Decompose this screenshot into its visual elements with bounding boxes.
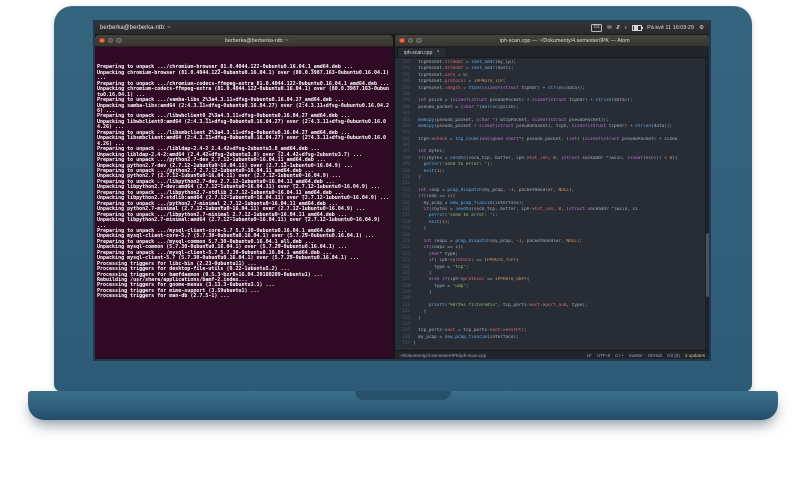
desktop-windows: berberka@berberka-ntb: ~ Preparing to un… xyxy=(95,35,709,359)
code-text: pseudo_packet = (char *)malloc(psize); xyxy=(413,104,519,110)
status-item[interactable]: UTF-8 xyxy=(597,353,610,358)
line-number: 337 xyxy=(402,341,410,347)
status-items: LF UTF-8 C++ master GitHub Git (0) 3 updates xyxy=(587,353,705,358)
status-item[interactable]: 3 updates xyxy=(685,353,705,358)
indicator-icon[interactable]: ♪ xyxy=(624,25,627,31)
code-text: tcph->check = tcp_csum((unsigned short*)… xyxy=(413,136,678,142)
code-text: } xyxy=(413,341,416,347)
indicator-icon[interactable]: ✉ xyxy=(607,25,612,31)
terminal-title: berberka@berberka-ntb: ~ xyxy=(225,37,289,44)
editor-tabbar: iph-scan.cpp × xyxy=(395,47,709,58)
editor-scrollbar[interactable] xyxy=(705,58,709,350)
indicator-icons: ✉ ⇵ ♪ xyxy=(607,25,627,31)
status-item[interactable]: Git (0) xyxy=(667,353,680,358)
laptop-base xyxy=(28,391,778,420)
code-text: my_pcap = new_pcap_fiascim(interface); xyxy=(413,334,519,340)
ubuntu-top-panel: berberka@berberka-ntb: ~ Cs ✉ ⇵ ♪ Pá kvě 1… xyxy=(95,22,709,35)
clock[interactable]: Pá kvě 11 16:09:29 xyxy=(647,25,694,31)
minimize-button[interactable] xyxy=(107,37,113,44)
terminal-titlebar[interactable]: berberka@berberka-ntb: ~ xyxy=(95,35,393,47)
editor-title: iph-scan.cpp — ~/Dokumenty/4.semester/IP… xyxy=(499,37,630,44)
status-item[interactable]: master xyxy=(629,353,643,358)
laptop-mockup: berberka@berberka-ntb: ~ Cs ✉ ⇵ ♪ Pá kvě 1… xyxy=(0,0,800,477)
code-line: 303 memcpy(pseudo_packet + sizeof(struct… xyxy=(395,124,709,130)
status-item[interactable]: GitHub xyxy=(648,353,662,358)
terminal-window: berberka@berberka-ntb: ~ Preparing to un… xyxy=(95,35,393,359)
desktop-screen: berberka@berberka-ntb: ~ Cs ✉ ⇵ ♪ Pá kvě 1… xyxy=(95,22,709,359)
code-text: printf("%d\t%s filtered\n", tcp_ports->a… xyxy=(428,302,588,308)
battery-icon[interactable] xyxy=(632,24,644,32)
tab-close-icon[interactable]: × xyxy=(436,49,439,55)
code-text: } xyxy=(413,290,432,296)
code-text: } xyxy=(413,226,427,232)
status-file-path[interactable]: ~/Dokumenty/4.semester/IPK/iph-scan.cpp xyxy=(399,353,486,358)
focused-app-title: berberka@berberka-ntb: ~ xyxy=(100,25,171,31)
tab-iph-scan[interactable]: iph-scan.cpp × xyxy=(397,47,447,57)
status-item[interactable]: C++ xyxy=(615,353,624,358)
maximize-button[interactable] xyxy=(416,37,422,44)
minimize-button[interactable] xyxy=(407,37,413,44)
keyboard-layout-indicator[interactable]: Cs xyxy=(591,24,603,32)
editor-statusbar: ~/Dokumenty/4.semester/IPK/iph-scan.cpp … xyxy=(395,350,709,359)
power-menu-icon[interactable]: ⚙ xyxy=(699,25,704,31)
maximize-button[interactable] xyxy=(116,37,122,44)
terminal-line: Processing triggers for man-db (2.7.5-1)… xyxy=(97,293,230,300)
code-text: tcpPacket.length = htons(sizeof(struct t… xyxy=(413,85,585,91)
status-item[interactable]: LF xyxy=(587,353,592,358)
scrollbar-thumb[interactable] xyxy=(705,233,709,298)
code-line: 337 } xyxy=(395,341,709,347)
tab-label: iph-scan.cpp xyxy=(404,49,433,56)
code-editor[interactable]: 293 tcpPacket.srcAddr = inet_addr(my_ip)… xyxy=(395,58,709,350)
close-button[interactable] xyxy=(99,37,105,44)
close-button[interactable] xyxy=(399,37,405,44)
atom-editor-window: iph-scan.cpp — ~/Dokumenty/4.semester/IP… xyxy=(395,35,709,359)
editor-titlebar[interactable]: iph-scan.cpp — ~/Dokumenty/4.semester/IP… xyxy=(395,35,709,47)
code-text: memcpy(pseudo_packet + sizeof(struct pse… xyxy=(418,123,673,129)
code-text: } xyxy=(413,315,421,321)
code-line: 305 tcph->check = tcp_csum((unsigned sho… xyxy=(395,137,709,143)
code-text: } xyxy=(413,175,421,181)
laptop-hinge-notch xyxy=(355,391,451,400)
indicator-icon[interactable]: ⇵ xyxy=(616,25,621,31)
terminal-output[interactable]: Preparing to unpack .../chromium-browser… xyxy=(95,47,393,359)
